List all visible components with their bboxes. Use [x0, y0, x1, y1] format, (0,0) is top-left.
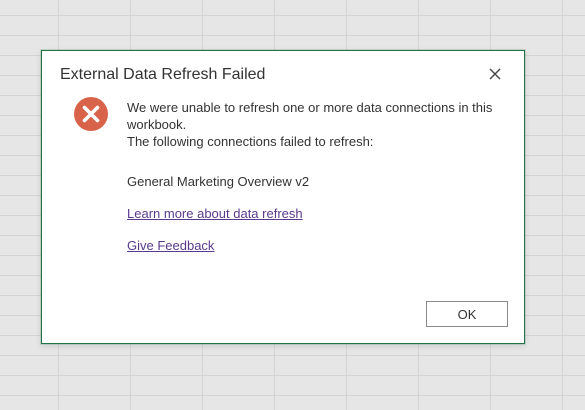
learn-more-link[interactable]: Learn more about data refresh — [127, 206, 303, 221]
failed-connection-name: General Marketing Overview v2 — [127, 174, 310, 189]
error-message-line: We were unable to refresh one or more da… — [127, 100, 493, 132]
error-circle-x-icon — [74, 97, 108, 131]
close-icon — [489, 68, 501, 80]
give-feedback-link[interactable]: Give Feedback — [127, 238, 214, 253]
dialog-title: External Data Refresh Failed — [60, 66, 266, 83]
ok-button[interactable]: OK — [426, 301, 508, 327]
external-data-refresh-dialog: External Data Refresh Failed We were una… — [41, 50, 525, 344]
failed-connections-intro: The following connections failed to refr… — [127, 134, 374, 149]
close-button[interactable] — [484, 63, 506, 85]
error-message: We were unable to refresh one or more da… — [127, 99, 507, 150]
